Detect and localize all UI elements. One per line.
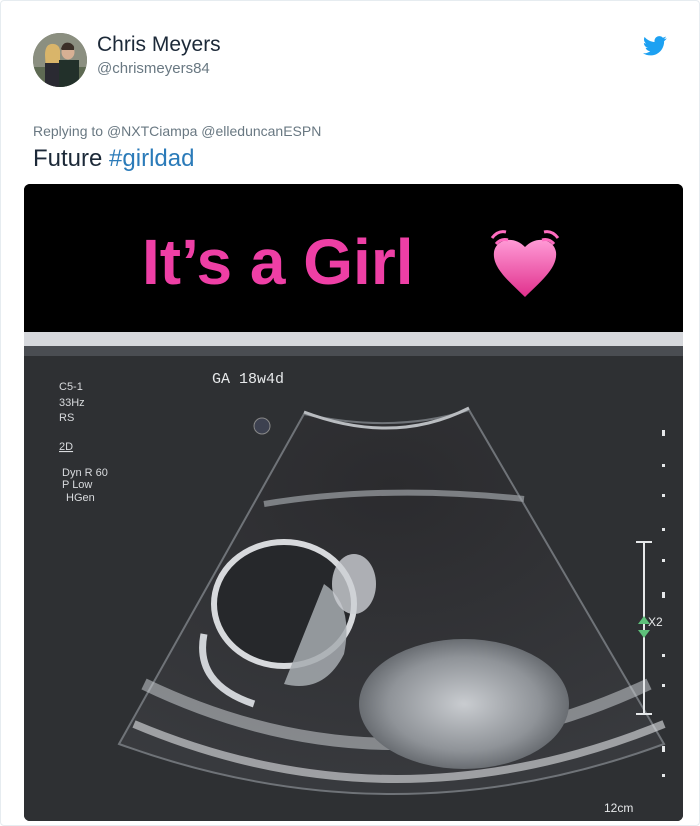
avatar[interactable] xyxy=(33,33,87,87)
scan-setting-probe: C5-1 xyxy=(59,381,83,393)
tweet-media[interactable]: It’s a Girl C5-1 33Hz RS 2D Dyn R 60 P L… xyxy=(24,184,683,821)
reply-mention-nxtciampa[interactable]: @NXTCiampa xyxy=(107,123,197,139)
scan-setting-dynamic-range: Dyn R 60 xyxy=(62,467,108,479)
tweet-text: Future #girldad xyxy=(33,145,194,173)
depth-label: 12cm xyxy=(604,801,633,815)
scan-setting-harmonics: HGen xyxy=(66,492,95,504)
gestational-age: GA 18w4d xyxy=(212,371,284,388)
caliper-label: X2 xyxy=(648,615,663,629)
author-handle[interactable]: @chrismeyers84 xyxy=(97,60,210,77)
reply-mention-elleduncanespn[interactable]: @elleduncanESPN xyxy=(201,123,321,139)
scan-setting-mode: 2D xyxy=(59,441,73,453)
overlay-caption: It’s a Girl xyxy=(142,226,414,298)
scan-setting-persistence: P Low xyxy=(62,479,92,491)
tweet-card: Chris Meyers @chrismeyers84 Replying to … xyxy=(0,0,700,826)
author-display-name[interactable]: Chris Meyers xyxy=(97,33,221,57)
reply-context: Replying to @NXTCiampa @elleduncanESPN xyxy=(33,123,321,139)
scan-setting-rs: RS xyxy=(59,412,74,424)
twitter-bird-icon[interactable] xyxy=(643,35,667,57)
hashtag-girldad[interactable]: #girldad xyxy=(109,145,194,172)
reply-prefix: Replying to xyxy=(33,123,104,139)
tweet-body: Future xyxy=(33,145,103,172)
scan-setting-frequency: 33Hz xyxy=(59,397,85,409)
